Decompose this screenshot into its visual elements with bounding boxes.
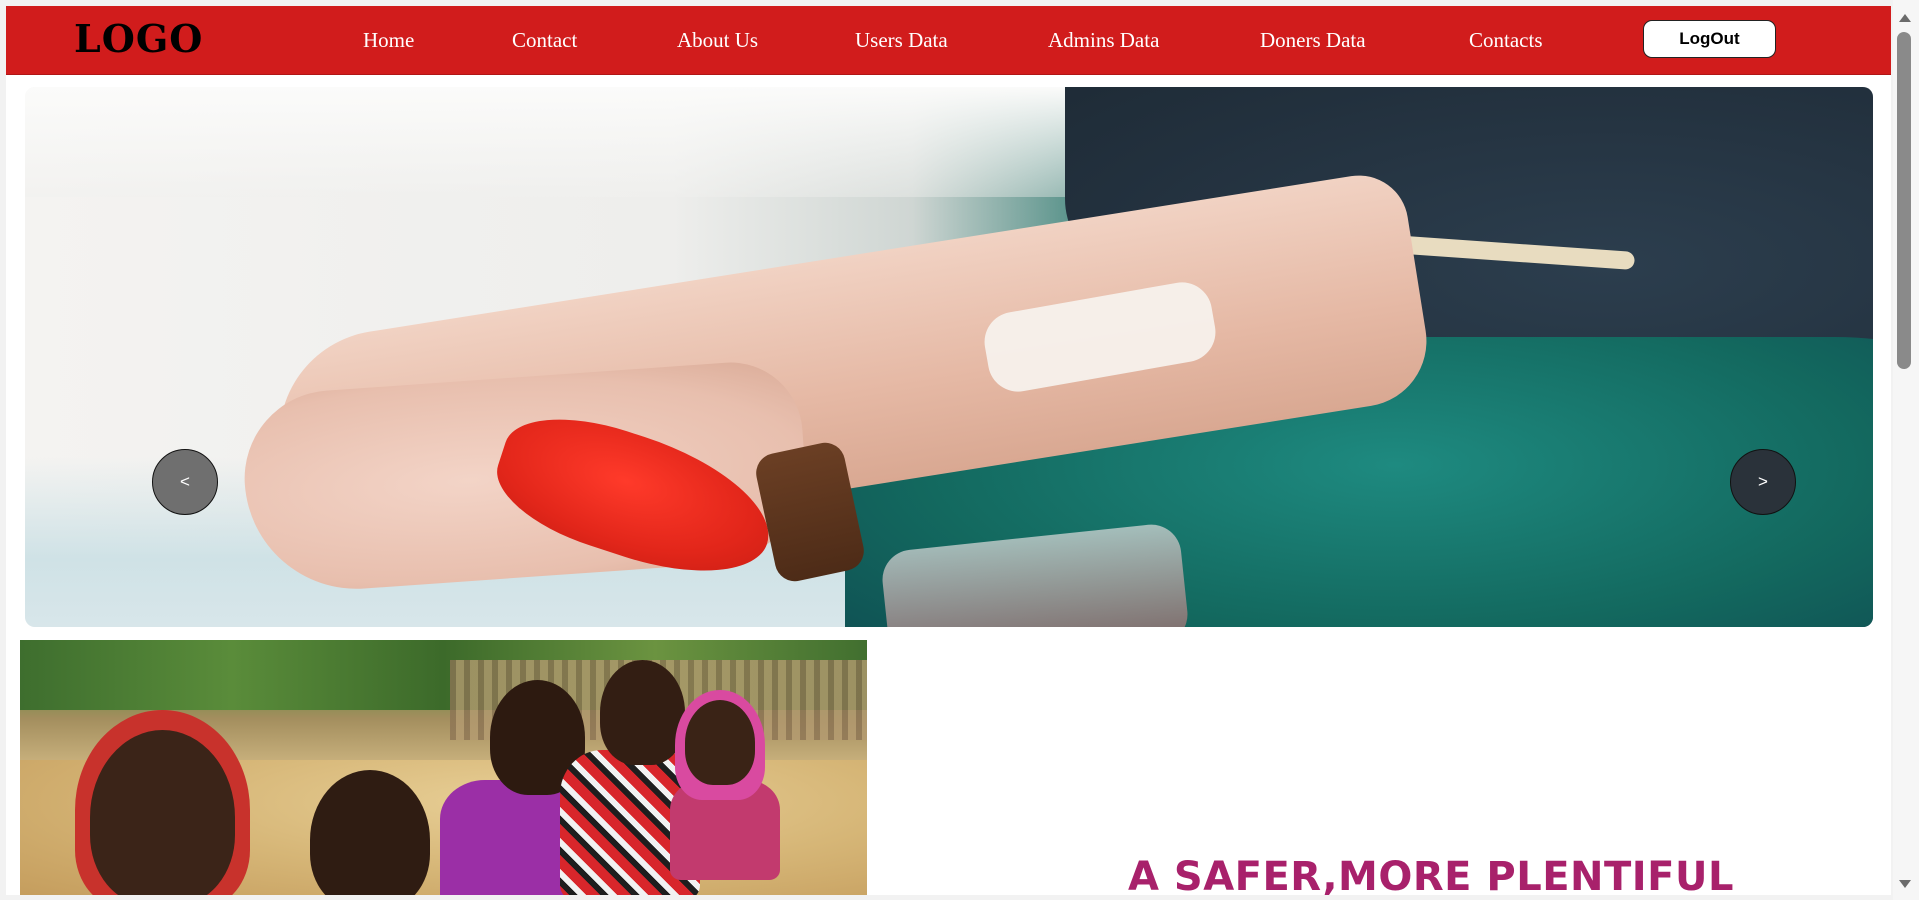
hero-carousel: < > (25, 87, 1873, 627)
scroll-down-arrow-icon[interactable] (1899, 880, 1911, 888)
nav-link-admins-data[interactable]: Admins Data (1048, 28, 1159, 53)
carousel-next-button[interactable]: > (1730, 449, 1796, 515)
hero-image (25, 87, 1873, 627)
nav-link-about-us[interactable]: About Us (677, 28, 758, 53)
nav-link-users-data[interactable]: Users Data (855, 28, 948, 53)
browser-viewport: LOGO Home Contact About Us Users Data Ad… (0, 0, 1919, 900)
logo[interactable]: LOGO (74, 16, 203, 61)
scroll-up-arrow-icon[interactable] (1899, 14, 1911, 22)
nav-link-home[interactable]: Home (363, 28, 414, 53)
navbar: LOGO Home Contact About Us Users Data Ad… (6, 6, 1891, 75)
nav-link-doners-data[interactable]: Doners Data (1260, 28, 1366, 53)
nav-link-contacts[interactable]: Contacts (1469, 28, 1543, 53)
vertical-scrollbar[interactable] (1893, 0, 1919, 900)
nav-link-contact[interactable]: Contact (512, 28, 577, 53)
scroll-thumb[interactable] (1897, 32, 1911, 369)
community-image (20, 640, 867, 895)
logout-button[interactable]: LogOut (1643, 20, 1776, 58)
carousel-prev-button[interactable]: < (152, 449, 218, 515)
page: LOGO Home Contact About Us Users Data Ad… (6, 6, 1891, 895)
section-headline: A SAFER,MORE PLENTIFUL (1128, 854, 1734, 895)
